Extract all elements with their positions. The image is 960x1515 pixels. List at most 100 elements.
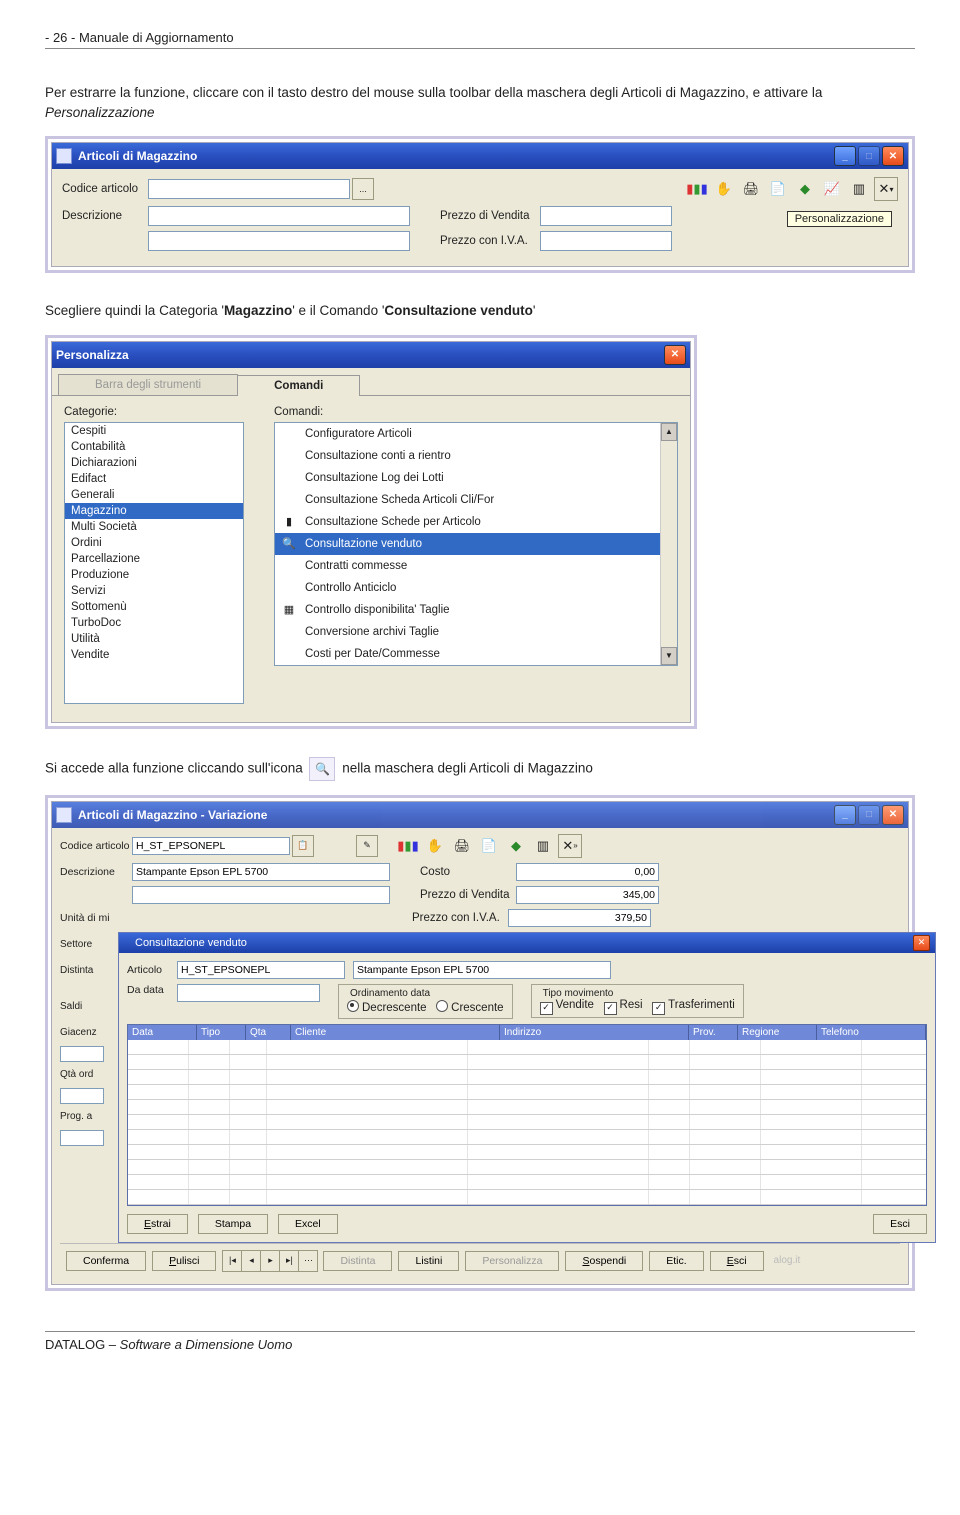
dialog-close-button[interactable]: ✕: [664, 345, 686, 365]
comandi-scrollbar[interactable]: ▲ ▼: [660, 423, 677, 665]
category-item[interactable]: Generali: [65, 487, 243, 503]
esci2-button[interactable]: Esci: [710, 1251, 764, 1271]
iva-input[interactable]: [540, 231, 672, 251]
table-row[interactable]: [128, 1190, 926, 1205]
table-row[interactable]: [128, 1100, 926, 1115]
browse-button[interactable]: ...: [352, 178, 374, 200]
nested-dadata-input[interactable]: [177, 984, 320, 1002]
table-row[interactable]: [128, 1160, 926, 1175]
tag-icon[interactable]: ◆: [793, 177, 817, 201]
command-item[interactable]: Conversione archivi Taglie: [275, 621, 660, 643]
category-item[interactable]: Servizi: [65, 583, 243, 599]
grid-header-cell[interactable]: Qta: [246, 1025, 291, 1040]
tab-comandi[interactable]: Comandi: [237, 375, 360, 396]
desc-input[interactable]: [148, 206, 410, 226]
conferma-button[interactable]: Conferma: [66, 1251, 146, 1271]
s3-hand-icon[interactable]: ✋: [423, 834, 447, 858]
s3-giac-input[interactable]: [60, 1046, 104, 1062]
table-row[interactable]: [128, 1175, 926, 1190]
table-row[interactable]: [128, 1055, 926, 1070]
s3-qta-input[interactable]: [60, 1088, 104, 1104]
minimize-button[interactable]: _: [834, 146, 856, 166]
listini-button[interactable]: Listini: [398, 1251, 459, 1271]
s3-desc-input[interactable]: [132, 863, 390, 881]
categorie-listbox[interactable]: CespitiContabilitàDichiarazioniEdifactGe…: [64, 422, 244, 704]
category-item[interactable]: Vendite: [65, 647, 243, 663]
table-row[interactable]: [128, 1115, 926, 1130]
grid-header-cell[interactable]: Telefono: [817, 1025, 926, 1040]
pulisci-button[interactable]: Pulisci: [152, 1251, 216, 1271]
close-button[interactable]: ✕: [882, 146, 904, 166]
table-row[interactable]: [128, 1070, 926, 1085]
s3-copy-button[interactable]: 📋: [292, 835, 314, 857]
s3-barcode-icon[interactable]: ▥: [531, 834, 555, 858]
command-item[interactable]: Consultazione Log dei Lotti: [275, 467, 660, 489]
barcode-icon[interactable]: ▥: [847, 177, 871, 201]
scroll-down-icon[interactable]: ▼: [661, 647, 677, 665]
x-menu-button[interactable]: ✕▾: [874, 177, 898, 201]
grid-header-cell[interactable]: Cliente: [291, 1025, 500, 1040]
s3-iva-input[interactable]: [508, 909, 651, 927]
close3-button[interactable]: ✕: [882, 805, 904, 825]
radio-crescente[interactable]: [436, 1000, 448, 1012]
tab-toolbar[interactable]: Barra degli strumenti: [58, 374, 238, 395]
category-item[interactable]: Utilità: [65, 631, 243, 647]
category-item[interactable]: Contabilità: [65, 439, 243, 455]
command-item[interactable]: Costi per Date/Commesse: [275, 643, 660, 665]
nested-articolo-desc[interactable]: [353, 961, 611, 979]
category-item[interactable]: Multi Società: [65, 519, 243, 535]
category-item[interactable]: Ordini: [65, 535, 243, 551]
record-nav[interactable]: |◂ ◂ ▸ ▸| ⋯: [222, 1250, 317, 1272]
dialog-titlebar[interactable]: Personalizza ✕: [52, 342, 690, 368]
s3-prog-input[interactable]: [60, 1130, 104, 1146]
grid-header-cell[interactable]: Prov.: [689, 1025, 738, 1040]
table-row[interactable]: [128, 1130, 926, 1145]
category-item[interactable]: Dichiarazioni: [65, 455, 243, 471]
command-item[interactable]: Consultazione Scheda Articoli Cli/For: [275, 489, 660, 511]
table-row[interactable]: [128, 1085, 926, 1100]
min3-button[interactable]: _: [834, 805, 856, 825]
s3-tag-icon[interactable]: ◆: [504, 834, 528, 858]
desc2-input[interactable]: [148, 231, 410, 251]
nav-prev-icon[interactable]: ◂: [241, 1250, 261, 1272]
nav-first-icon[interactable]: |◂: [222, 1250, 242, 1272]
category-item[interactable]: Edifact: [65, 471, 243, 487]
radio-decrescente[interactable]: [347, 1000, 359, 1012]
graph-icon[interactable]: 📈: [820, 177, 844, 201]
nested-close-button[interactable]: ✕: [913, 935, 930, 951]
grid-header-cell[interactable]: Data: [128, 1025, 197, 1040]
nav-last-icon[interactable]: ▸|: [279, 1250, 299, 1272]
s3-tool1[interactable]: ✎: [356, 835, 378, 857]
nav-next-icon[interactable]: ▸: [260, 1250, 280, 1272]
command-item[interactable]: Controllo Anticiclo: [275, 577, 660, 599]
category-item[interactable]: Produzione: [65, 567, 243, 583]
window3-titlebar[interactable]: Articoli di Magazzino - Variazione _ □ ✕: [52, 802, 908, 828]
hand-icon[interactable]: ✋: [712, 177, 736, 201]
category-item[interactable]: Cespiti: [65, 423, 243, 439]
window-titlebar[interactable]: Articoli di Magazzino _ □ ✕: [52, 143, 908, 169]
category-item[interactable]: Magazzino: [65, 503, 243, 519]
category-item[interactable]: TurboDoc: [65, 615, 243, 631]
check-resi[interactable]: ✓: [604, 1002, 617, 1015]
check-trasf[interactable]: ✓: [652, 1002, 665, 1015]
s3-print-icon[interactable]: 🖨: [450, 834, 474, 858]
estrai-button[interactable]: EEstraistrai: [127, 1214, 188, 1234]
prezzo-input[interactable]: [540, 206, 672, 226]
category-item[interactable]: Parcellazione: [65, 551, 243, 567]
command-item[interactable]: Configuratore Articoli: [275, 423, 660, 445]
table-row[interactable]: [128, 1145, 926, 1160]
etic-button[interactable]: Etic.: [649, 1251, 703, 1271]
print-icon[interactable]: 🖨: [739, 177, 763, 201]
command-item[interactable]: ▦Controllo disponibilita' Taglie: [275, 599, 660, 621]
s3-codice-input[interactable]: [132, 837, 290, 855]
comandi-listbox[interactable]: Configuratore ArticoliConsultazione cont…: [275, 423, 660, 665]
maximize-button[interactable]: □: [858, 146, 880, 166]
s3-costo-input[interactable]: [516, 863, 659, 881]
sospendi-button[interactable]: Sospendi: [565, 1251, 643, 1271]
note-icon[interactable]: 📄: [766, 177, 790, 201]
stampa-button[interactable]: Stampa: [198, 1214, 268, 1234]
s3-note-icon[interactable]: 📄: [477, 834, 501, 858]
table-row[interactable]: [128, 1040, 926, 1055]
chart-icon[interactable]: ▮▮▮: [685, 177, 709, 201]
results-grid[interactable]: DataTipoQtaClienteIndirizzoProv.RegioneT…: [127, 1024, 927, 1206]
